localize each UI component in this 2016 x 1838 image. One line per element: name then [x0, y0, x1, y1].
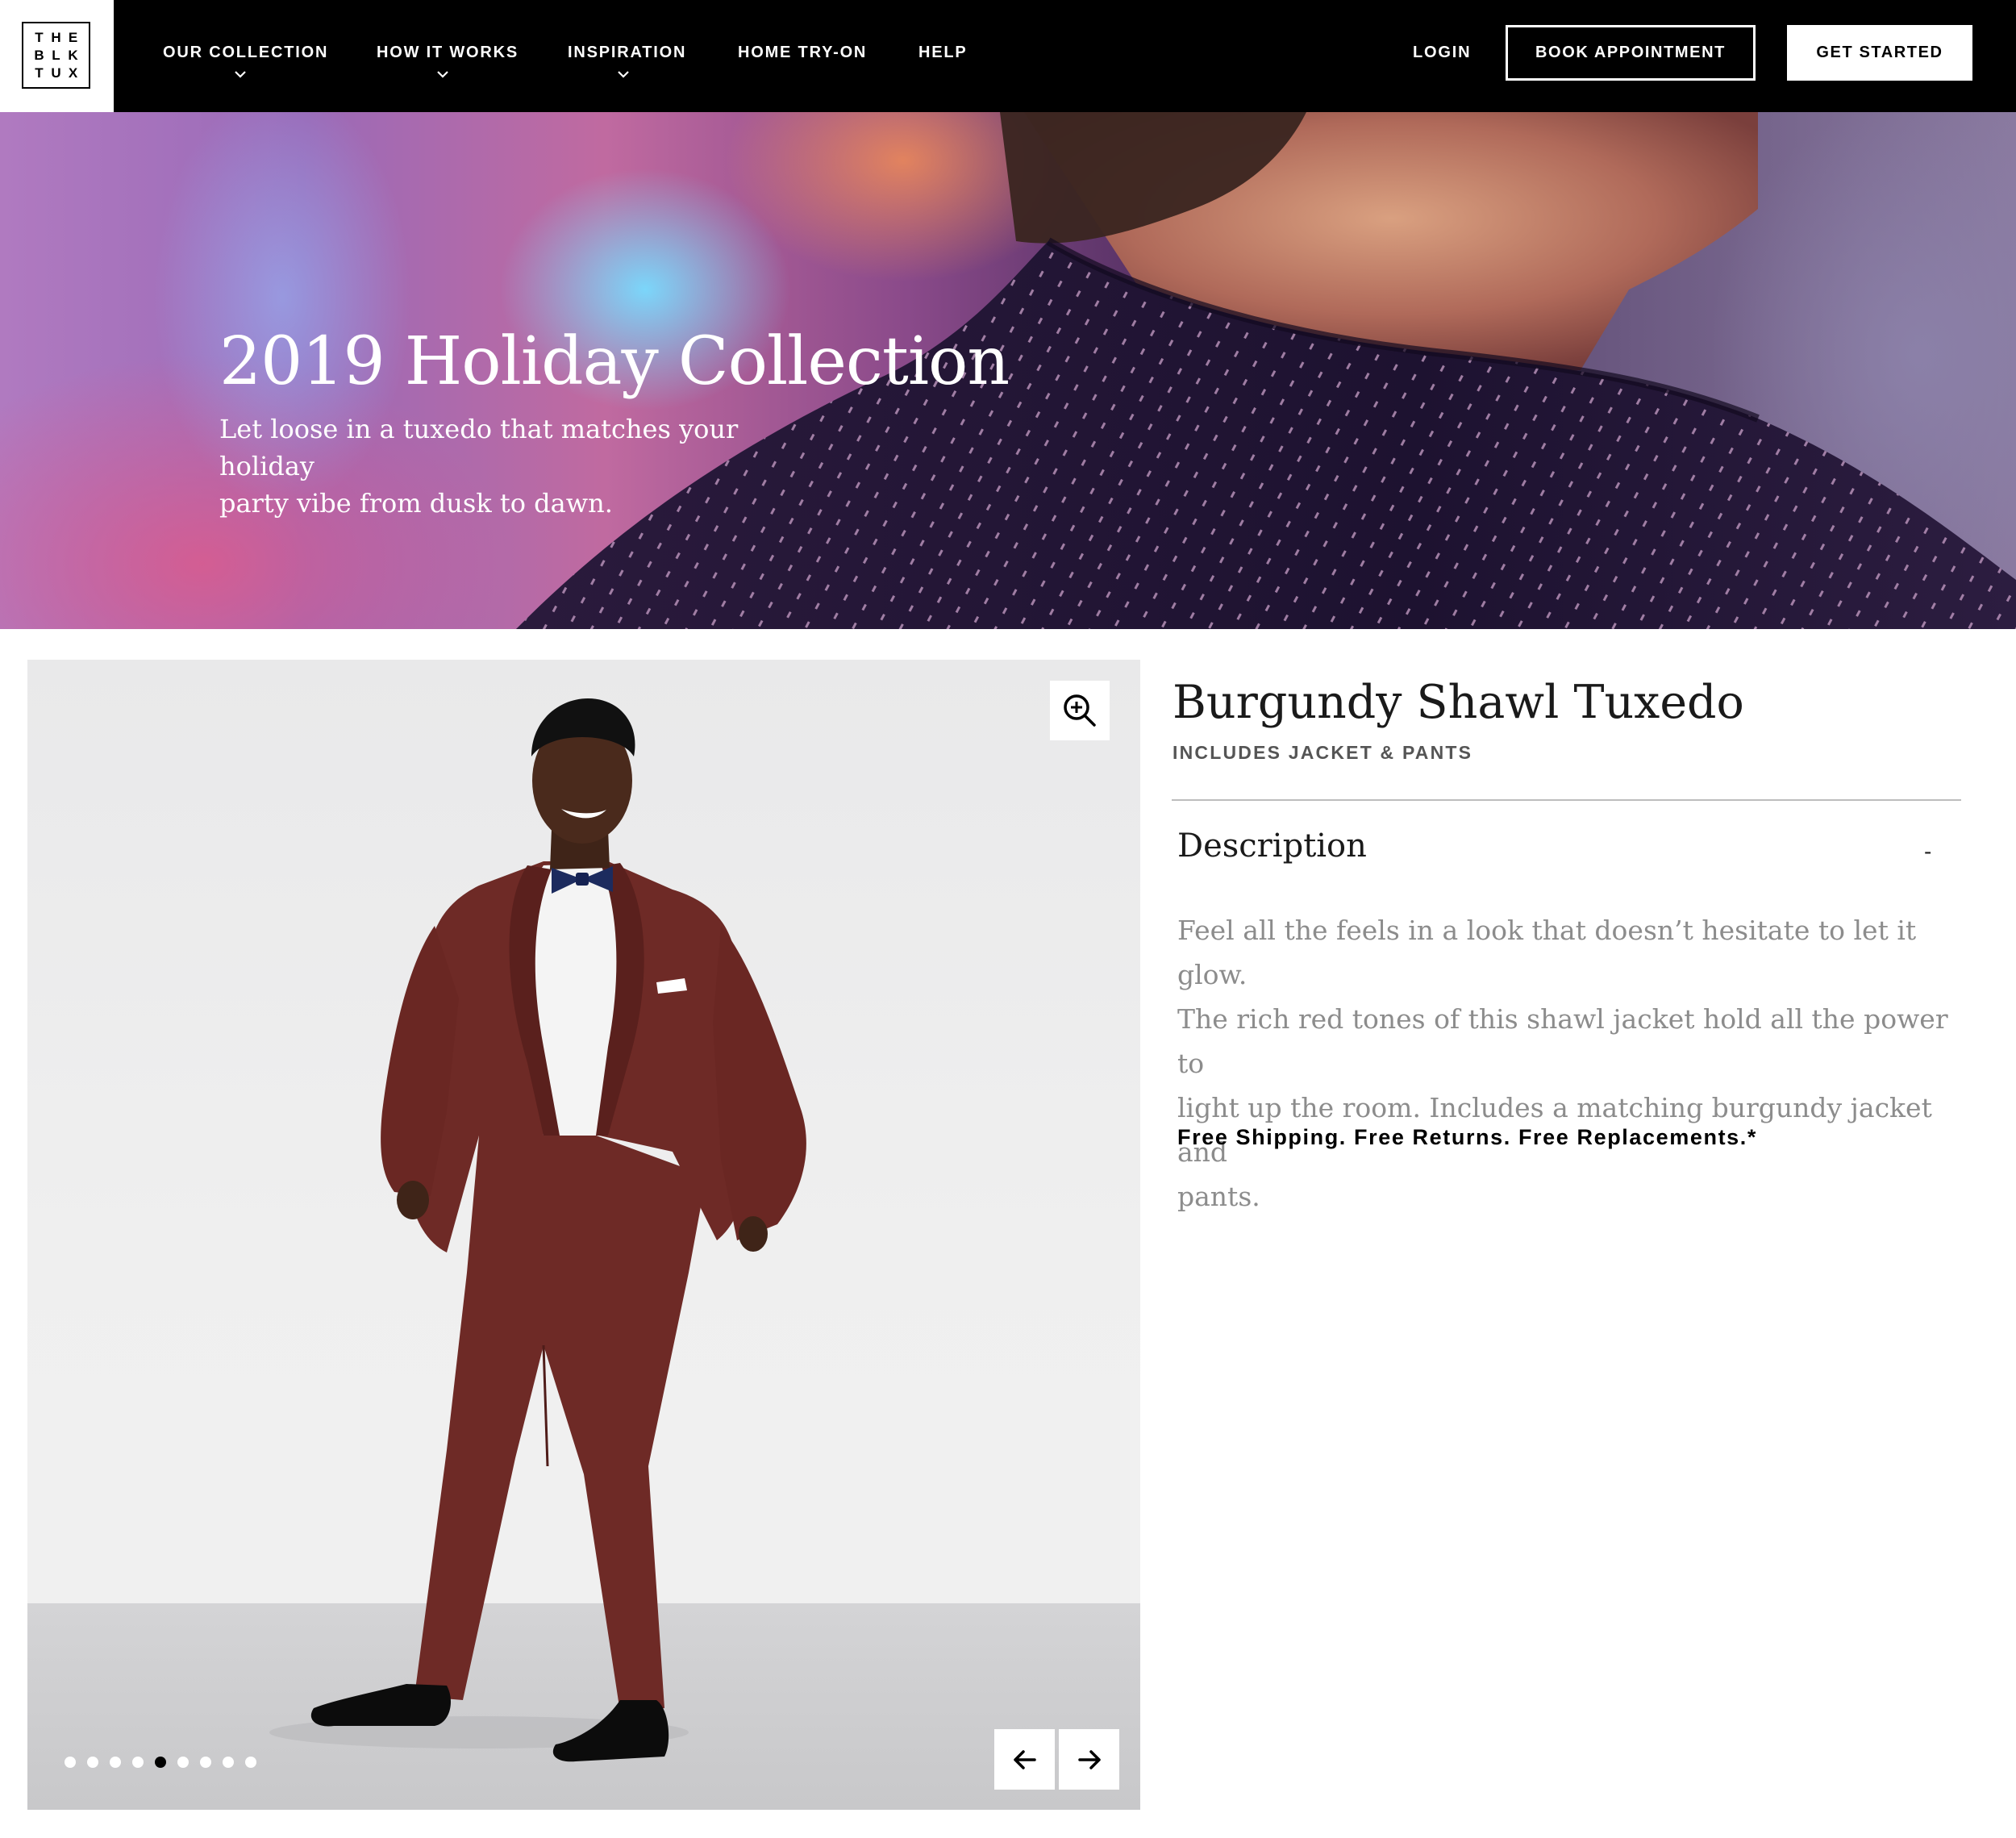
carousel-dot[interactable]: [132, 1757, 144, 1768]
brand-logo[interactable]: T H E B L K T U X: [0, 0, 114, 112]
description-text: Feel all the feels in a look that doesn’…: [1177, 908, 1972, 1219]
carousel-dot[interactable]: [65, 1757, 76, 1768]
logo-letter: K: [68, 47, 78, 63]
next-image-button[interactable]: [1059, 1729, 1119, 1790]
logo-letter: U: [51, 65, 61, 81]
nav-item-inspiration[interactable]: INSPIRATION: [568, 44, 686, 62]
chevron-down-icon[interactable]: [617, 68, 630, 81]
nav-item-home-try-on[interactable]: HOME TRY-ON: [738, 44, 867, 62]
carousel-dot[interactable]: [177, 1757, 189, 1768]
divider: [1172, 799, 1961, 801]
logo-letter: E: [68, 29, 78, 45]
top-nav: T H E B L K T U X OUR COLLECTION HOW IT …: [0, 0, 2016, 112]
description-accordion-header[interactable]: Description: [1177, 827, 1367, 865]
zoom-button[interactable]: [1050, 681, 1110, 740]
carousel-dots: [65, 1757, 256, 1769]
carousel-dot[interactable]: [223, 1757, 234, 1768]
shipping-note: Free Shipping. Free Returns. Free Replac…: [1177, 1125, 1757, 1149]
hero-subtitle-line: Let loose in a tuxedo that matches your …: [219, 414, 739, 481]
product-subtitle: INCLUDES JACKET & PANTS: [1173, 742, 1473, 763]
get-started-button[interactable]: GET STARTED: [1787, 25, 1972, 81]
logo-letter: T: [35, 29, 44, 45]
hero-title: 2019 Holiday Collection: [219, 323, 1010, 400]
logo-letter: T: [35, 65, 44, 81]
logo-letter: L: [52, 47, 60, 63]
carousel-dot[interactable]: [110, 1757, 121, 1768]
hero-subtitle: Let loose in a tuxedo that matches your …: [219, 411, 816, 522]
logo-letter: B: [34, 47, 44, 63]
logo-letter: H: [51, 29, 61, 45]
model-figure: [269, 698, 806, 1762]
logo-frame: T H E B L K T U X: [22, 22, 90, 89]
zoom-in-icon: [1064, 694, 1096, 727]
nav-item-help[interactable]: HELP: [918, 44, 968, 62]
arrow-right-icon: [1077, 1749, 1101, 1769]
description-line: pants.: [1177, 1181, 1260, 1212]
nav-item-our-collection[interactable]: OUR COLLECTION: [163, 44, 328, 62]
book-appointment-button[interactable]: BOOK APPOINTMENT: [1506, 25, 1756, 81]
product-image[interactable]: [27, 660, 1140, 1810]
chevron-down-icon[interactable]: [234, 68, 247, 81]
carousel-dot[interactable]: [200, 1757, 211, 1768]
logo-letter: X: [68, 65, 78, 81]
prev-image-button[interactable]: [994, 1729, 1055, 1790]
collapse-toggle[interactable]: -: [1924, 839, 1931, 865]
hero-subtitle-line: party vibe from dusk to dawn.: [219, 488, 613, 519]
login-link[interactable]: LOGIN: [1413, 44, 1471, 62]
description-line: Feel all the feels in a look that doesn’…: [1177, 915, 1917, 990]
hero-banner: 2019 Holiday Collection Let loose in a t…: [0, 112, 2016, 629]
carousel-dot[interactable]: [87, 1757, 98, 1768]
arrow-left-icon: [1013, 1749, 1036, 1769]
description-line: The rich red tones of this shawl jacket …: [1177, 1003, 1948, 1079]
chevron-down-icon[interactable]: [436, 68, 449, 81]
carousel-dot[interactable]: [155, 1757, 166, 1768]
carousel-dot[interactable]: [245, 1757, 256, 1768]
nav-item-how-it-works[interactable]: HOW IT WORKS: [377, 44, 519, 62]
product-title: Burgundy Shawl Tuxedo: [1173, 676, 1744, 729]
